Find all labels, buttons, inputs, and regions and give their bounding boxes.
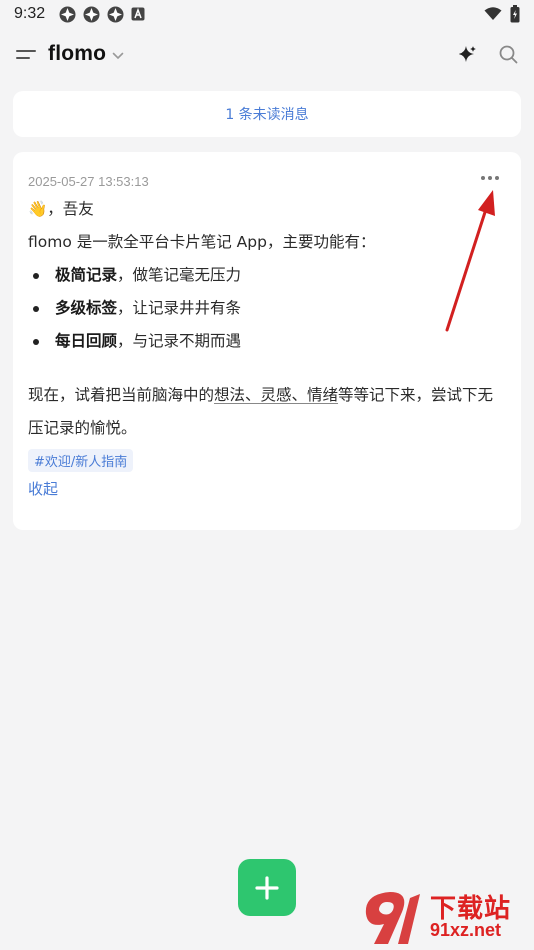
battery-icon	[510, 5, 520, 23]
annotation-arrow-icon	[445, 190, 495, 332]
unread-messages-text: 1 条未读消息	[225, 107, 309, 123]
memo-greeting: 👋，吾友	[28, 200, 94, 218]
paragraph-underlined-text: 想法、灵感、情绪	[214, 386, 339, 404]
unread-messages-banner[interactable]: 1 条未读消息	[13, 91, 521, 137]
watermark-url: 91xz.net	[430, 920, 502, 940]
list-item: 极简记录，做笔记毫无压力	[28, 259, 506, 292]
add-memo-button[interactable]	[238, 859, 296, 916]
list-item: 每日回顾，与记录不期而遇	[28, 325, 506, 358]
wifi-icon	[484, 7, 502, 20]
feature-list: 极简记录，做笔记毫无压力 多级标签，让记录井井有条 每日回顾，与记录不期而遇	[28, 259, 506, 358]
chevron-down-icon[interactable]	[112, 52, 124, 60]
status-bar: 9:32	[0, 0, 534, 28]
a-box-icon	[131, 7, 145, 21]
more-options-icon[interactable]	[481, 176, 499, 180]
memo-tag[interactable]: #欢迎/新人指南	[28, 449, 134, 472]
sparkle-icon[interactable]	[459, 45, 477, 63]
memo-paragraph: 现在，试着把当前脑海中的想法、灵感、情绪等等记下来，尝试下无压记录的愉悦。	[28, 379, 506, 445]
plus-icon	[255, 875, 279, 900]
app-header: flomo	[0, 32, 534, 76]
feature-title: 极简记录	[55, 266, 118, 284]
list-item: 多级标签，让记录井井有条	[28, 292, 506, 325]
status-notification-icons	[59, 6, 145, 23]
feature-desc: ，让记录井井有条	[117, 299, 242, 317]
memo-intro: flomo 是一款全平台卡片笔记 App，主要功能有：	[28, 233, 376, 251]
memo-timestamp: 2025-05-27 13:53:13	[28, 174, 149, 189]
paragraph-text: 现在，试着把当前脑海中的	[28, 386, 215, 404]
app-title[interactable]: flomo	[48, 42, 106, 66]
feature-desc: ，与记录不期而遇	[117, 332, 242, 350]
status-time: 9:32	[14, 5, 46, 22]
app-notification-icon	[83, 6, 100, 22]
site-watermark: 下载站 91xz.net	[360, 888, 511, 946]
watermark-title: 下载站	[430, 893, 512, 923]
app-notification-icon	[59, 6, 76, 22]
feature-title: 多级标签	[55, 299, 118, 317]
app-notification-icon	[107, 6, 124, 22]
search-icon[interactable]	[499, 45, 518, 64]
collapse-link[interactable]: 收起	[28, 478, 506, 499]
feature-title: 每日回顾	[55, 332, 118, 350]
feature-desc: ，做笔记毫无压力	[117, 266, 242, 284]
watermark-logo-icon	[365, 892, 420, 944]
menu-icon[interactable]	[16, 44, 38, 64]
status-system-icons	[484, 5, 520, 23]
